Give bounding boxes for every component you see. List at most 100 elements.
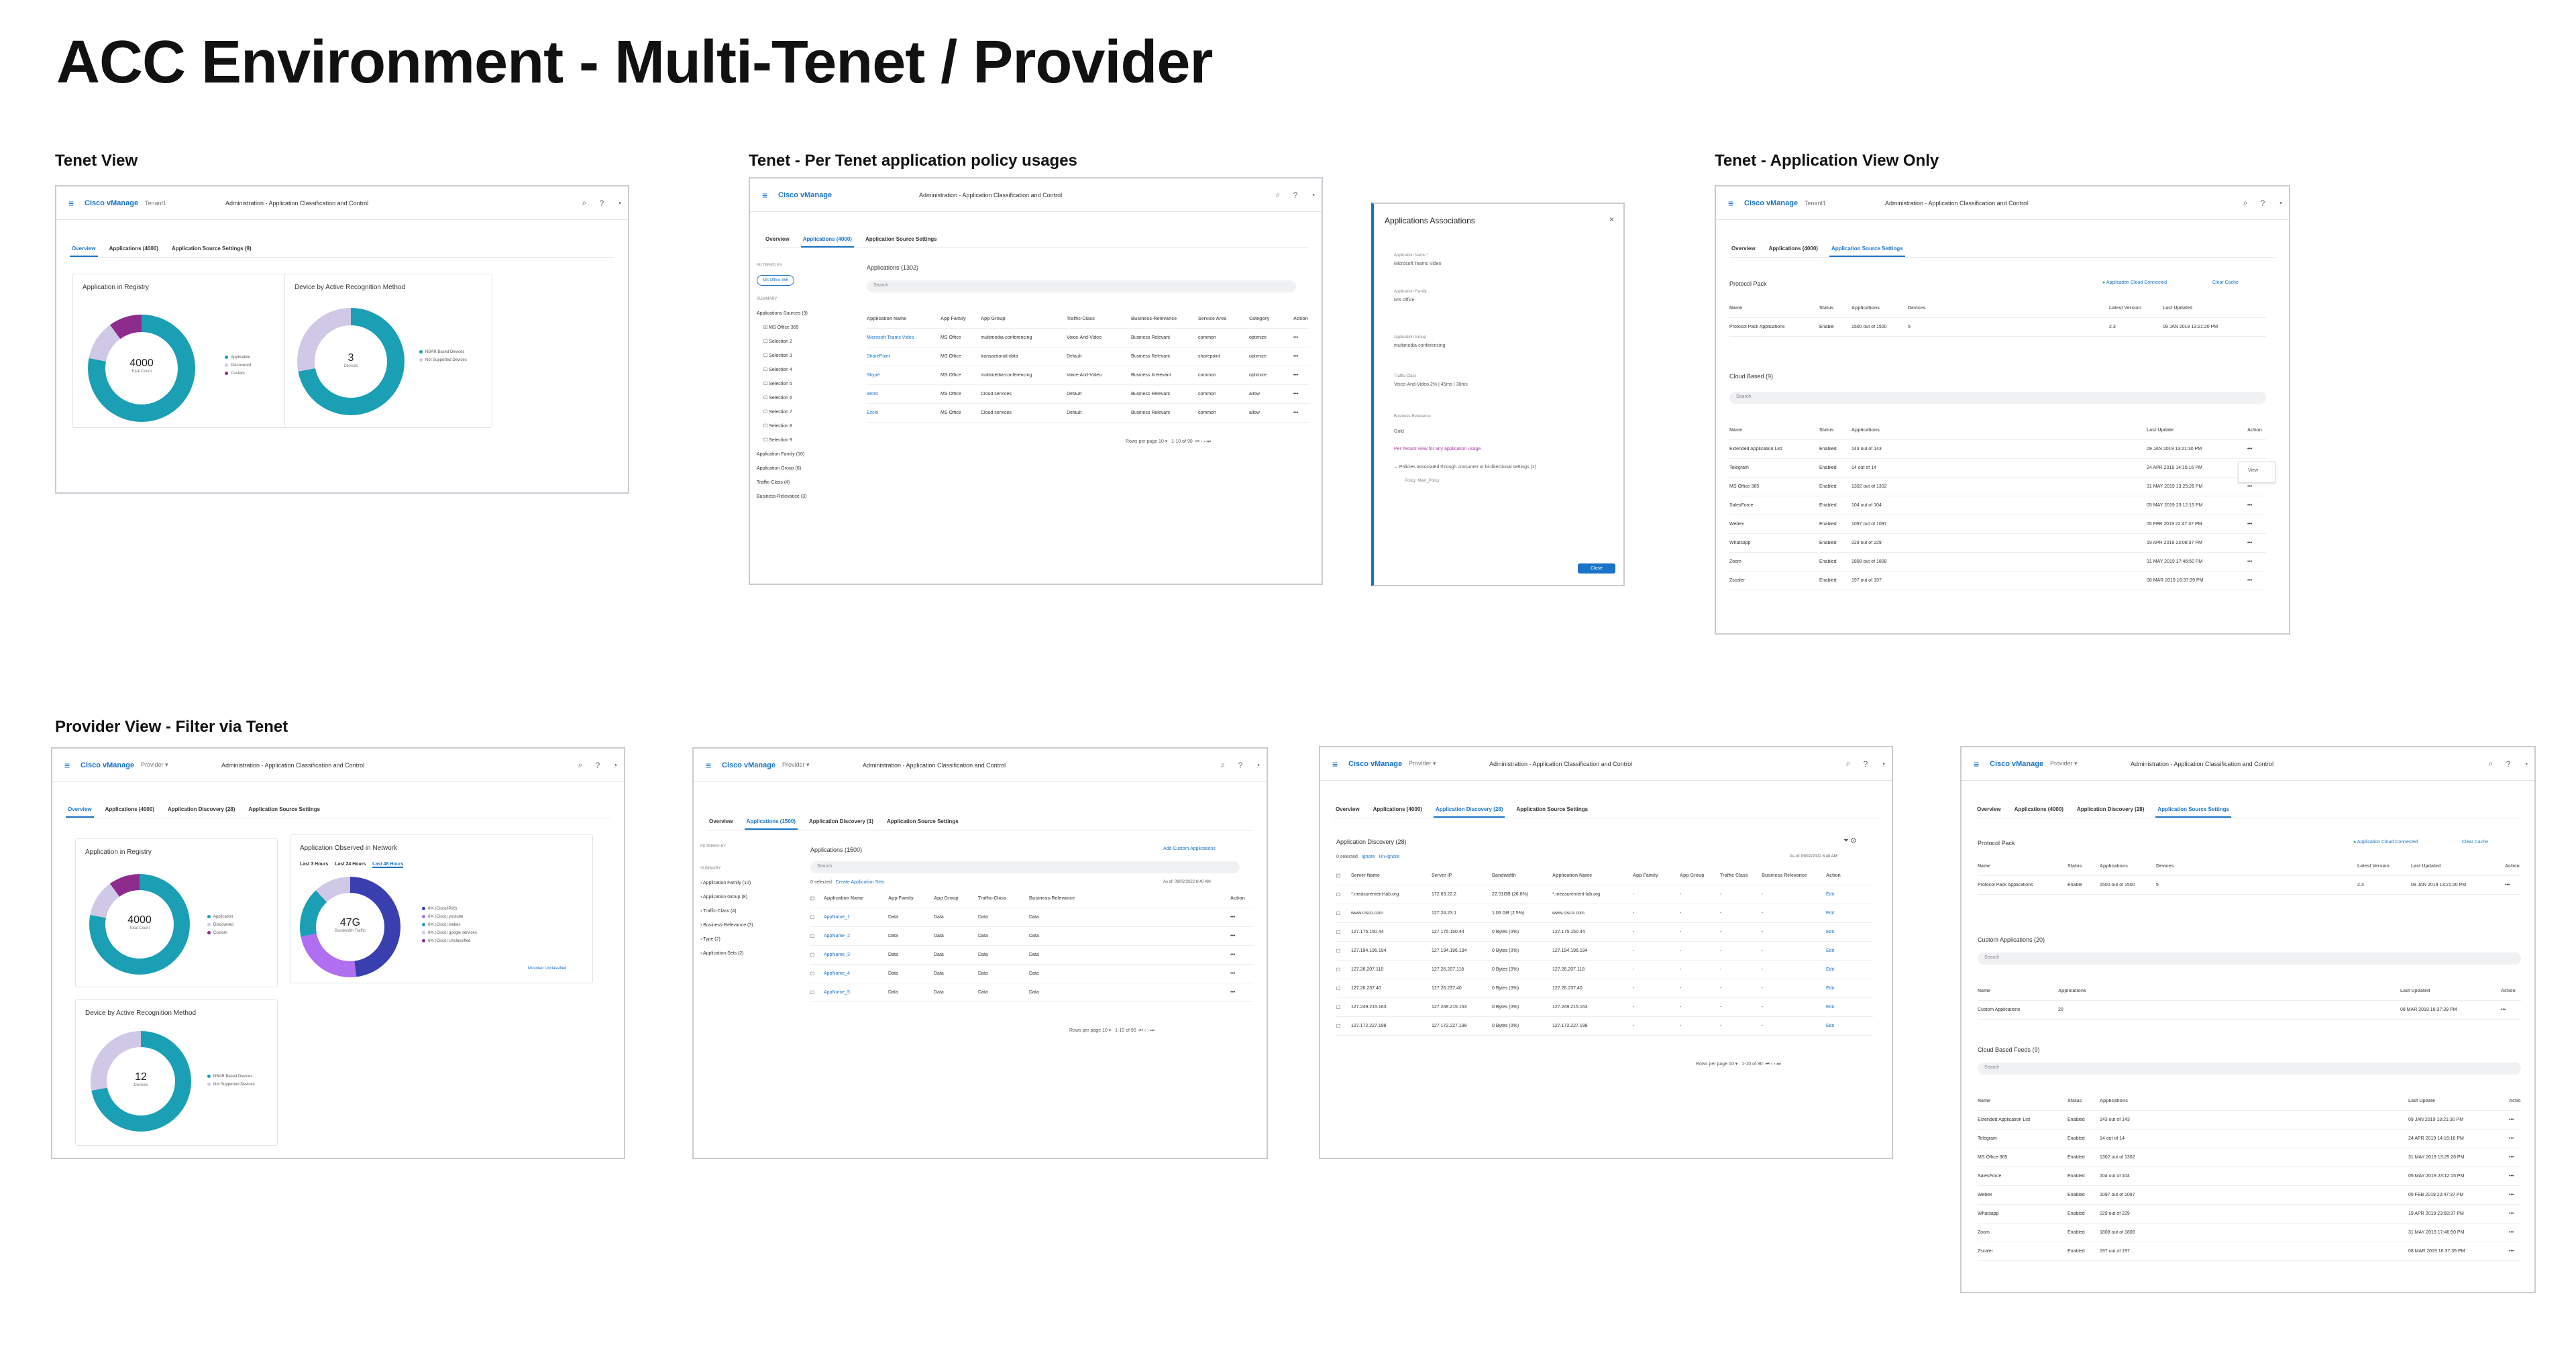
more-icon[interactable]: ••• bbox=[1293, 354, 1309, 359]
tab-source-settings[interactable]: Application Source Settings bbox=[885, 816, 961, 830]
tab-discovery[interactable]: Application Discovery (1) bbox=[807, 816, 875, 830]
filter-group[interactable]: › Application Sets (2) bbox=[700, 946, 788, 961]
filter-chip[interactable]: MS Office 365 bbox=[757, 275, 794, 286]
more-icon[interactable]: ••• bbox=[2505, 883, 2521, 887]
tenant-usage-link[interactable]: Per Tenant view for any application usag… bbox=[1394, 447, 1481, 451]
page-size-select[interactable]: 10 bbox=[1102, 1028, 1108, 1033]
cloud-search-input[interactable]: Search bbox=[1978, 1063, 2521, 1075]
tab-discovery[interactable]: Application Discovery (28) bbox=[2075, 804, 2146, 818]
edit-button[interactable]: Edit bbox=[1826, 986, 1846, 991]
table-row[interactable]: ☐ 127.175.150.44 127.175.150.44 0 Bytes (0%… bbox=[1336, 923, 1873, 942]
table-row[interactable]: ☐ 127.26.237.40 127.26.237.40 0 Bytes (0%) 1… bbox=[1336, 979, 1873, 998]
table-row[interactable]: ☐ www.cisco.com 127.24.23.1 1.06 GB (2.5%) w… bbox=[1336, 904, 1873, 923]
table-row[interactable]: Word MS Office Cloud services Default Busine… bbox=[867, 385, 1309, 404]
app-link[interactable]: Microsoft Teams Video bbox=[867, 335, 941, 340]
table-row[interactable]: Excel MS Office Cloud services Default Busin… bbox=[867, 404, 1309, 423]
row-checkbox[interactable]: ☐ bbox=[1336, 986, 1351, 991]
tab-source-settings[interactable]: Application Source Settings bbox=[2155, 804, 2232, 818]
table-row[interactable]: ☐ 127.172.227.198 127.172.227.198 0 Bytes (… bbox=[1336, 1017, 1873, 1036]
row-checkbox[interactable]: ☐ bbox=[1336, 948, 1351, 954]
table-row[interactable]: Webex Enabled 1097 out of 1097 05 FEB 2019 … bbox=[1978, 1186, 2521, 1205]
table-row[interactable]: ☐ AppName_5 Data Data Data Data ••• bbox=[810, 983, 1253, 1002]
close-icon[interactable]: × bbox=[1609, 215, 1614, 224]
menu-icon[interactable]: ≡ bbox=[1728, 198, 1737, 209]
search-icon[interactable]: ⌕ bbox=[1269, 190, 1287, 200]
help-icon[interactable]: ? bbox=[1287, 191, 1304, 200]
app-link[interactable]: AppName_3 bbox=[824, 953, 888, 957]
help-icon[interactable]: ? bbox=[2254, 199, 2271, 208]
more-icon[interactable]: ••• bbox=[2509, 1136, 2521, 1141]
app-link[interactable]: Word bbox=[867, 392, 941, 396]
more-icon[interactable]: ••• bbox=[2501, 1008, 2521, 1012]
range-tab[interactable]: Last 24 Hours bbox=[335, 862, 366, 867]
row-checkbox[interactable]: ☐ bbox=[810, 915, 824, 920]
tab-applications[interactable]: Applications (4000) bbox=[1371, 804, 1424, 818]
tab-applications[interactable]: Applications (4000) bbox=[1767, 243, 1820, 257]
table-row[interactable]: MS Office 365 Enabled 1302 out of 1302 31 M… bbox=[1729, 478, 2266, 496]
app-link[interactable]: SharePoint bbox=[867, 354, 941, 359]
tab-source-settings[interactable]: Application Source Settings bbox=[863, 233, 939, 248]
filter-group[interactable]: Application Group (8) bbox=[757, 461, 851, 476]
menu-icon[interactable]: ≡ bbox=[68, 198, 78, 209]
table-row[interactable]: Skype MS Office multimedia-conferencing Voi… bbox=[867, 366, 1309, 385]
search-icon[interactable]: ⌕ bbox=[1214, 760, 1232, 770]
more-icon[interactable]: ••• bbox=[2247, 503, 2266, 508]
tab-overview[interactable]: Overview bbox=[1729, 243, 1758, 257]
row-checkbox[interactable]: ☐ bbox=[1336, 1005, 1351, 1010]
app-link[interactable]: AppName_5 bbox=[824, 990, 888, 995]
more-icon[interactable]: ••• bbox=[2509, 1155, 2521, 1160]
row-checkbox[interactable]: ☐ bbox=[1336, 911, 1351, 916]
bell-icon[interactable]: ◔ bbox=[606, 761, 624, 770]
more-icon[interactable]: ••• bbox=[1293, 373, 1309, 378]
clear-cache-button[interactable]: Clear Cache bbox=[2212, 280, 2239, 285]
filter-group[interactable]: Applications Sources (9) bbox=[757, 307, 851, 321]
row-checkbox[interactable]: ☐ bbox=[810, 953, 824, 958]
table-row[interactable]: Protocol Pack Applications Enable 1500 out… bbox=[1978, 876, 2521, 895]
more-icon[interactable]: ••• bbox=[1293, 392, 1309, 396]
tab-applications[interactable]: Applications (1500) bbox=[744, 816, 798, 830]
tab-overview[interactable]: Overview bbox=[66, 804, 94, 818]
tab-overview[interactable]: Overview bbox=[707, 816, 735, 830]
row-checkbox[interactable]: ☐ bbox=[810, 971, 824, 977]
filter-group[interactable]: Application Family (10) bbox=[757, 447, 851, 461]
row-checkbox[interactable]: ☐ bbox=[810, 990, 824, 995]
help-icon[interactable]: ? bbox=[2500, 759, 2517, 769]
table-row[interactable]: Zoom Enabled 1808 out of 1808 31 MAY 2019 1… bbox=[1978, 1224, 2521, 1242]
more-icon[interactable]: ••• bbox=[2247, 559, 2266, 564]
range-tab-active[interactable]: Last 48 Hours bbox=[372, 862, 404, 868]
view-menu-item[interactable]: View bbox=[2238, 461, 2275, 483]
table-row[interactable]: Zscaler Enabled 197 out of 197 08 MAR 2019 … bbox=[1978, 1242, 2521, 1261]
select-all-checkbox[interactable]: ☐ bbox=[810, 896, 824, 902]
tab-applications[interactable]: Applications (4000) bbox=[800, 233, 854, 248]
filter-group[interactable]: › Type (2) bbox=[700, 932, 788, 946]
menu-icon[interactable]: ≡ bbox=[64, 760, 74, 771]
more-icon[interactable]: ••• bbox=[2509, 1230, 2521, 1235]
select-all-checkbox[interactable]: ☐ bbox=[1336, 873, 1351, 879]
bell-icon[interactable]: ◔ bbox=[2517, 759, 2534, 769]
close-button[interactable]: Close bbox=[1578, 563, 1615, 574]
more-icon[interactable]: ••• bbox=[1230, 971, 1250, 976]
filter-group[interactable]: Traffic-Class (4) bbox=[757, 476, 851, 490]
page-size-select[interactable]: 10 bbox=[1729, 1062, 1734, 1067]
tab-source-settings[interactable]: Application Source Settings bbox=[246, 804, 322, 818]
row-checkbox[interactable]: ☐ bbox=[810, 934, 824, 939]
table-row[interactable]: Protocol Pack Applications Enable 1500 out… bbox=[1729, 318, 2266, 337]
custom-search-input[interactable]: Search bbox=[1978, 953, 2521, 965]
filter-item[interactable]: ☐ Selection 9 bbox=[763, 433, 851, 447]
more-icon[interactable]: ••• bbox=[2509, 1193, 2521, 1197]
bell-icon[interactable]: ◔ bbox=[1304, 191, 1322, 200]
tab-overview[interactable]: Overview bbox=[70, 243, 98, 257]
help-icon[interactable]: ? bbox=[593, 199, 610, 208]
edit-button[interactable]: Edit bbox=[1826, 892, 1846, 897]
table-row[interactable]: ☐ 127.194.196.194 127.194.196.194 0 Bytes (… bbox=[1336, 942, 1873, 961]
more-icon[interactable]: ••• bbox=[2247, 447, 2266, 451]
search-icon[interactable]: ⌕ bbox=[576, 198, 593, 208]
filter-item[interactable]: ☐ Selection 2 bbox=[763, 335, 851, 349]
table-row[interactable]: Webex Enabled 1097 out of 1097 05 FEB 2019 … bbox=[1729, 515, 2266, 534]
more-icon[interactable]: ••• bbox=[2509, 1211, 2521, 1216]
filter-group[interactable]: › Application Family (10) bbox=[700, 876, 788, 890]
edit-button[interactable]: Edit bbox=[1826, 948, 1846, 953]
table-row[interactable]: ☐ AppName_3 Data Data Data Data ••• bbox=[810, 946, 1253, 965]
unclassified-link[interactable]: Mounted Unclassified bbox=[528, 967, 566, 971]
filter-icon[interactable]: ⏷ ⚙ bbox=[1843, 837, 1856, 845]
